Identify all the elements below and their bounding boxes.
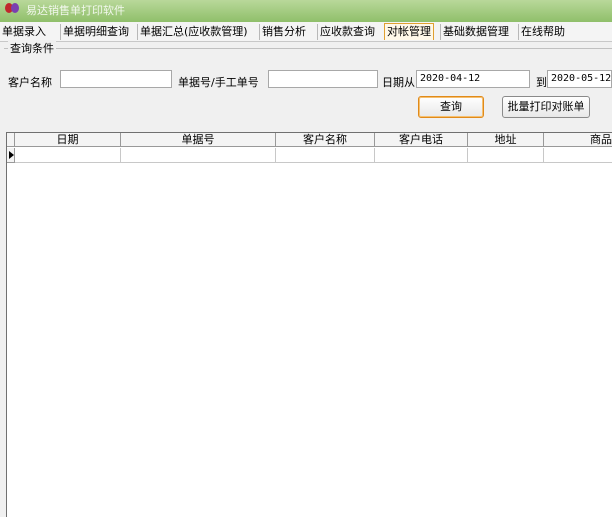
title-bar: 易达销售单打印软件 bbox=[0, 0, 612, 22]
column-header-date[interactable]: 日期 bbox=[15, 133, 121, 147]
tab-online-help[interactable]: 在线帮助 bbox=[518, 24, 567, 40]
tab-detail-query[interactable]: 单据明细查询 bbox=[60, 24, 131, 40]
query-conditions-title: 查询条件 bbox=[8, 40, 56, 56]
tab-base-data[interactable]: 基础数据管理 bbox=[440, 24, 511, 40]
table-row-cell-date[interactable] bbox=[15, 148, 121, 163]
date-to-input[interactable]: 2020-05-12 bbox=[547, 70, 612, 88]
grid-corner bbox=[7, 133, 15, 147]
date-from-input[interactable]: 2020-04-12 bbox=[416, 70, 530, 88]
table-row-cell-product[interactable] bbox=[544, 148, 612, 163]
customer-name-label: 客户名称 bbox=[8, 76, 52, 89]
column-header-customer-phone[interactable]: 客户电话 bbox=[375, 133, 468, 147]
main-tab-bar: 单据录入 单据明细查询 单据汇总(应收款管理) 销售分析 应收款查询 对帐管理 … bbox=[0, 22, 612, 42]
table-row-cell-address[interactable] bbox=[468, 148, 544, 163]
column-header-product[interactable]: 商品 bbox=[544, 133, 612, 147]
column-header-address[interactable]: 地址 bbox=[468, 133, 544, 147]
window-title: 易达销售单打印软件 bbox=[26, 4, 125, 17]
tab-reconciliation[interactable]: 对帐管理 bbox=[384, 23, 434, 40]
table-row-cell-doc-number[interactable] bbox=[121, 148, 276, 163]
column-header-doc-number[interactable]: 单据号 bbox=[121, 133, 276, 147]
tab-data-entry[interactable]: 单据录入 bbox=[0, 24, 48, 40]
table-row-cell-customer-phone[interactable] bbox=[375, 148, 468, 163]
search-button[interactable]: 查询 bbox=[418, 96, 484, 118]
doc-number-label: 单据号/手工单号 bbox=[178, 76, 259, 89]
date-to-label: 到 bbox=[536, 76, 547, 89]
column-header-customer-name[interactable]: 客户名称 bbox=[276, 133, 375, 147]
current-row-arrow-icon bbox=[9, 151, 14, 159]
tab-summary-receivables[interactable]: 单据汇总(应收款管理) bbox=[137, 24, 250, 40]
table-row-cell-customer-name[interactable] bbox=[276, 148, 375, 163]
doc-number-input[interactable] bbox=[268, 70, 378, 88]
statement-grid[interactable]: 日期 单据号 客户名称 客户电话 地址 商品 bbox=[6, 132, 612, 517]
date-from-label: 日期从 bbox=[382, 76, 415, 89]
tab-receivables-query[interactable]: 应收款查询 bbox=[317, 24, 377, 40]
batch-print-statement-button[interactable]: 批量打印对账单 bbox=[502, 96, 590, 118]
tab-sales-analysis[interactable]: 销售分析 bbox=[259, 24, 308, 40]
app-logo-icon bbox=[5, 3, 19, 13]
customer-name-input[interactable] bbox=[60, 70, 172, 88]
row-indicator[interactable] bbox=[7, 148, 15, 163]
